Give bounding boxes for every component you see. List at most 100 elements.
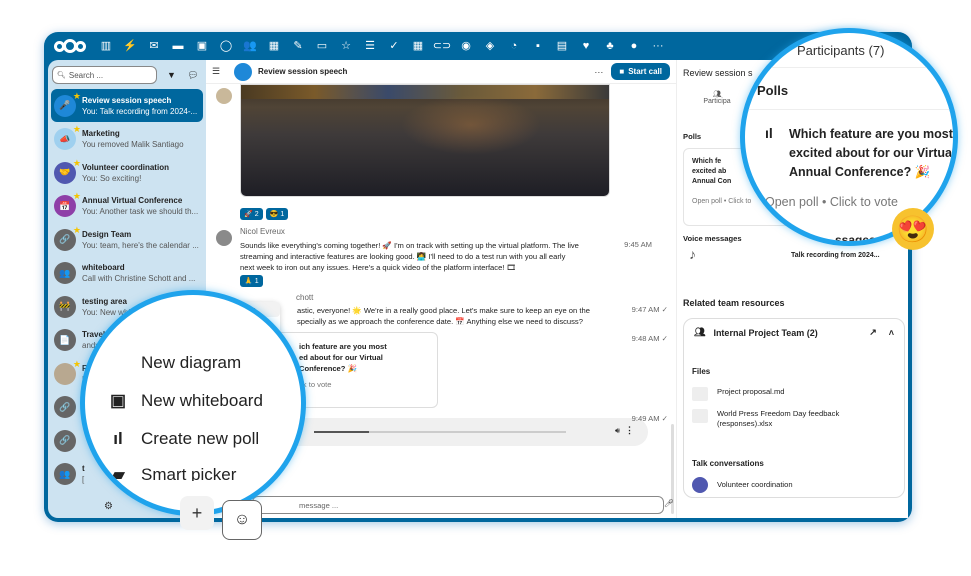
mail-icon[interactable]: ✉ — [142, 36, 166, 56]
voice-message-player[interactable]: 🔊︎ ⋮ — [274, 418, 648, 446]
analytics-icon[interactable]: ♣ — [598, 36, 622, 56]
favorite-star-icon: ★ — [72, 224, 81, 235]
dashboard-gauge-icon[interactable]: ◔ — [502, 36, 526, 56]
nextcloud-logo[interactable] — [54, 39, 88, 53]
conversation-name: whiteboard — [82, 263, 125, 272]
music-note-icon: ♪ — [689, 246, 696, 262]
deck-icon[interactable]: ▭ — [310, 36, 334, 56]
notes-icon[interactable]: ✎ — [286, 36, 310, 56]
toggle-sidebar-icon[interactable]: ☰ — [212, 66, 228, 77]
menu-item-diagram[interactable]: New diagram — [107, 353, 241, 373]
starred-icon[interactable]: ☆ — [334, 36, 358, 56]
dashboard-icon[interactable]: ▥ — [94, 36, 118, 56]
heart-eyes-emoji: 😍 — [892, 208, 934, 250]
user-avatar-nicol[interactable] — [216, 230, 232, 246]
settings-gear-icon[interactable]: ⚙ — [104, 501, 113, 512]
conversation-last-message: You: Another task we should th... — [82, 207, 199, 216]
cookbook-icon[interactable]: ◈ — [478, 36, 502, 56]
photos-icon[interactable]: ▣ — [190, 36, 214, 56]
work-icon[interactable]: ▪ — [526, 36, 550, 56]
menu-item-whiteboard[interactable]: ▣ New whiteboard — [107, 391, 263, 411]
calendar-icon[interactable]: ▦ — [262, 36, 286, 56]
conversation-last-message: [ — [82, 475, 85, 484]
microphone-icon[interactable]: 🎤︎ — [664, 499, 674, 508]
emoji-picker-button[interactable]: ☺ — [222, 500, 262, 540]
conversation-item[interactable]: 📅 ★ Annual Virtual Conference You: Anoth… — [51, 190, 203, 223]
app-menu: ▥ ⚡ ✉ ▬ ▣ ◯ 👥 ▦ ✎ ▭ ☆ ☰ ✓ ▦ ⊂⊃ ◉ ◈ ◔ ▪ ▤ ♥ ♣ ● ··· — [94, 36, 670, 56]
participants-tab[interactable]: Participants (7) — [797, 43, 884, 58]
reaction-badge[interactable]: 🚀 2 — [240, 208, 263, 220]
message-time: 9:45 AM — [624, 240, 652, 249]
polls-heading: Polls — [757, 83, 789, 98]
video-camera-icon: ■ — [619, 67, 625, 76]
talk-conversations-label: Talk conversations — [692, 459, 764, 468]
tables-icon[interactable]: ▦ — [406, 36, 430, 56]
audio-progress-bar[interactable] — [314, 431, 566, 433]
user-icon[interactable]: ● — [622, 36, 646, 56]
health-icon[interactable]: ♥ — [574, 36, 598, 56]
audio-menu-icon[interactable]: ⋮ — [625, 425, 634, 436]
poll-status[interactable]: Open poll • Click to vote — [765, 195, 898, 209]
conversation-avatar: 🔗 — [54, 396, 76, 418]
audio-progress-fill — [314, 431, 370, 433]
start-call-button[interactable]: ■ Start call — [611, 63, 670, 80]
menu-item-poll[interactable]: ıl Create new poll — [107, 429, 259, 449]
more-icon[interactable]: ··· — [646, 36, 670, 56]
contacts-icon[interactable]: 👥 — [238, 36, 262, 56]
reaction-badge[interactable]: 🙏 1 — [240, 275, 263, 287]
poll-question[interactable]: Which feature are you most excited about… — [789, 125, 953, 182]
voice-recording-item[interactable]: Talk recording from 2024... — [791, 252, 880, 259]
conversation-avatar: ★ — [54, 359, 81, 385]
collapse-chevron-icon[interactable]: ˄ — [889, 328, 894, 338]
activity-icon[interactable]: ⚡ — [118, 36, 142, 56]
open-external-icon[interactable]: ↗ — [869, 327, 877, 338]
favorite-star-icon: ★ — [72, 90, 81, 101]
polls-heading: Polls — [683, 132, 702, 141]
reaction-badge[interactable]: 😎 1 — [265, 208, 289, 220]
menu-item-smart-picker[interactable]: ▰ Smart picker — [107, 465, 236, 485]
message-line: streaming and interactive features are l… — [240, 252, 566, 261]
file-icon — [692, 409, 708, 423]
related-resources-heading: Related team resources — [683, 298, 785, 308]
start-call-label: Start call — [628, 67, 662, 76]
file-item[interactable]: Project proposal.md — [692, 387, 785, 401]
shared-image[interactable] — [240, 84, 610, 197]
tab-participants[interactable]: 👥︎ Participa — [687, 90, 747, 105]
check-icon[interactable]: ✓ — [382, 36, 406, 56]
conversation-item[interactable]: 👥 whiteboard Call with Christine Schott … — [51, 257, 203, 290]
maps-icon[interactable]: ◉ — [454, 36, 478, 56]
conversation-avatar[interactable] — [234, 62, 252, 81]
more-options-button[interactable]: ··· — [594, 67, 603, 77]
conversation-item[interactable]: 🎤 ★ Review session speech You: Talk reco… — [51, 89, 203, 122]
search-input[interactable]: 🔍︎ Search ... — [52, 66, 157, 84]
conversation-avatar: 📄 — [54, 329, 76, 351]
conversation-last-message: You: So exciting! — [82, 173, 142, 183]
new-conversation-icon[interactable]: 💬︎ — [184, 70, 202, 81]
link-icon[interactable]: ⊂⊃ — [430, 36, 454, 56]
search-placeholder: Search ... — [68, 70, 104, 80]
message-input[interactable]: message ... — [252, 496, 664, 514]
conversation-item[interactable]: 📣 ★ Marketing You removed Malik Santiago — [51, 123, 203, 156]
message-author: chott — [296, 293, 314, 302]
conversation-item[interactable]: 🔗 ★ Design Team You: team, here's the ca… — [51, 223, 203, 256]
talk-icon[interactable]: ◯ — [214, 36, 238, 56]
conversation-last-message: You: team, here's the calendar ... — [82, 240, 199, 250]
conversation-item[interactable]: 🤝 ★ Volunteer coordination You: So excit… — [51, 156, 203, 189]
favorite-star-icon: ★ — [72, 191, 81, 201]
talk-conversation-item[interactable]: Volunteer coordination — [692, 477, 793, 493]
tasks-icon[interactable]: ☰ — [358, 36, 382, 56]
file-item[interactable]: World Press Freedom Day feedback (respons… — [692, 409, 839, 429]
reactions-row: 🙏 1 — [240, 275, 263, 287]
conversation-name: Volunteer coordination — [82, 162, 169, 172]
conversation-avatar: 🎤 ★ — [54, 91, 81, 117]
conversation-name: Review session speech — [82, 95, 172, 105]
files-icon[interactable]: ▬ — [166, 36, 190, 56]
user-avatar[interactable] — [216, 88, 232, 104]
attach-plus-button[interactable]: + — [180, 496, 214, 530]
transit-icon[interactable]: ▤ — [550, 36, 574, 56]
chat-title: Review session speech — [258, 67, 348, 76]
conversation-last-message: You removed Malik Santiago — [82, 140, 184, 149]
filter-icon[interactable]: ▼ — [163, 70, 181, 80]
volume-icon[interactable]: 🔊︎ — [615, 426, 620, 436]
message-line: specially as we approach the conference … — [297, 317, 583, 326]
